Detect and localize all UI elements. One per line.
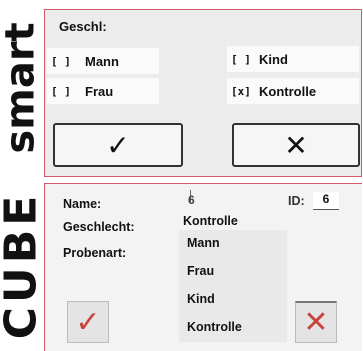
option-kind-label: Kind xyxy=(259,51,288,67)
option-mann[interactable]: [ ] Mann xyxy=(47,48,159,74)
dropdown-option-frau[interactable]: Frau xyxy=(179,258,287,286)
dropdown-option-kind[interactable]: Kind xyxy=(179,286,287,314)
cancel-button[interactable]: ✕ xyxy=(232,123,360,167)
close-icon: ✕ xyxy=(284,129,308,161)
name-field[interactable]: 6 xyxy=(188,193,195,207)
option-kontrolle[interactable]: [x] Kontrolle xyxy=(227,78,359,104)
cube-confirm-button[interactable]: ✓ xyxy=(67,301,109,343)
gender-dropdown[interactable]: Kontrolle Mann Frau Kind Kontrolle xyxy=(179,212,299,342)
checkbox-mann[interactable]: [ ] xyxy=(47,55,85,68)
gender-title: Geschl: xyxy=(59,19,107,34)
sample-type-label: Probenart: xyxy=(63,246,127,260)
cube-side-label: CUBE xyxy=(0,180,47,351)
cube-sample-form: Name: 6 ID: 6 Geschlecht: Probenart: Kon… xyxy=(44,183,362,351)
name-label: Name: xyxy=(63,197,102,211)
smart-side-label: smart xyxy=(0,8,45,168)
check-icon: ✓ xyxy=(75,305,101,339)
smart-gender-dialog: Geschl: [ ] Mann [ ] Frau [ ] Kind [x] K… xyxy=(44,9,362,177)
gender-label: Geschlecht: xyxy=(63,220,135,234)
gender-selected-value[interactable]: Kontrolle xyxy=(179,212,299,230)
checkbox-kind[interactable]: [ ] xyxy=(227,53,259,66)
cube-logo-text: CUBE xyxy=(0,191,47,340)
gender-options-list: Mann Frau Kind Kontrolle xyxy=(179,230,287,342)
close-icon: ✕ xyxy=(303,306,329,339)
checkbox-frau[interactable]: [ ] xyxy=(47,85,85,98)
option-frau[interactable]: [ ] Frau xyxy=(47,78,159,104)
checkbox-kontrolle[interactable]: [x] xyxy=(227,85,259,98)
option-mann-label: Mann xyxy=(85,53,119,69)
dropdown-option-kontrolle[interactable]: Kontrolle xyxy=(179,314,287,342)
smart-logo-text: smart xyxy=(0,22,45,154)
id-field[interactable]: 6 xyxy=(313,192,339,210)
dropdown-option-mann[interactable]: Mann xyxy=(179,230,287,258)
option-frau-label: Frau xyxy=(85,83,114,99)
confirm-button[interactable]: ✓ xyxy=(53,123,183,167)
check-icon: ✓ xyxy=(106,129,130,161)
option-kontrolle-label: Kontrolle xyxy=(259,83,317,99)
cube-cancel-button[interactable]: ✕ xyxy=(295,301,337,343)
id-label: ID: xyxy=(288,194,305,208)
option-kind[interactable]: [ ] Kind xyxy=(227,46,359,72)
